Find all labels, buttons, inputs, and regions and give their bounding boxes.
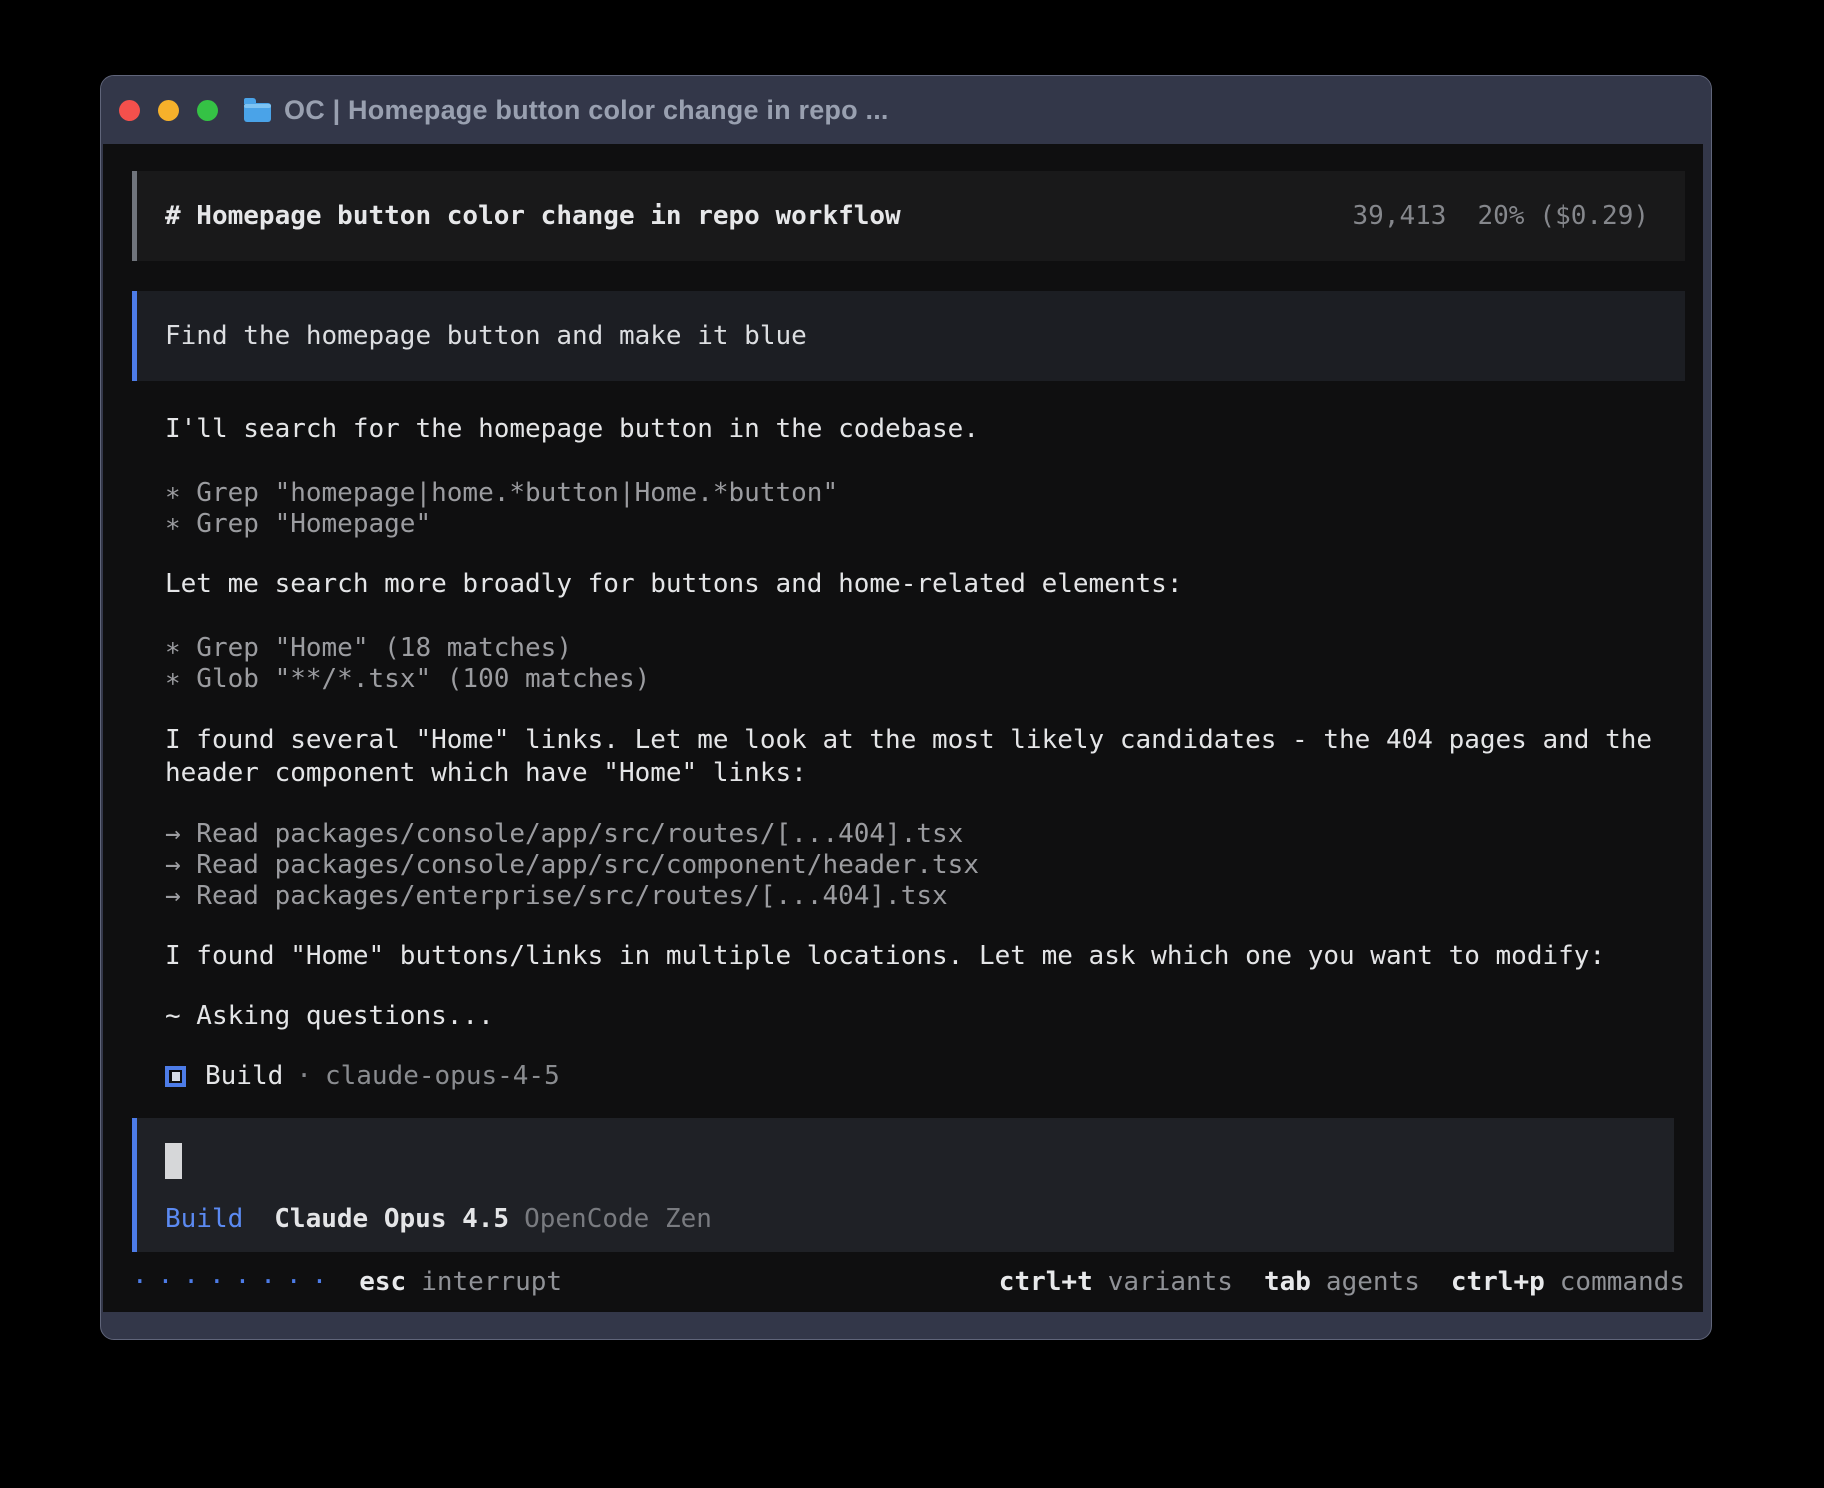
prompt-input[interactable]: Build Claude Opus 4.5 OpenCode Zen	[132, 1118, 1674, 1252]
terminal-window: OC | Homepage button color change in rep…	[100, 75, 1712, 1340]
assistant-paragraph: I found several "Home" links. Let me loo…	[132, 724, 1685, 790]
text-cursor	[165, 1143, 182, 1179]
tool-call-group: → Read packages/console/app/src/routes/[…	[132, 819, 1685, 912]
hint-label: interrupt	[421, 1267, 562, 1298]
hint-key: tab	[1264, 1267, 1311, 1298]
tool-call-grep: ∗ Grep "Homepage"	[132, 509, 1685, 540]
user-message-text: Find the homepage button and make it blu…	[165, 321, 807, 352]
minimize-button[interactable]	[158, 100, 179, 121]
input-meta: Build Claude Opus 4.5 OpenCode Zen	[165, 1204, 1674, 1235]
tool-call-grep: ∗ Grep "homepage|home.*button|Home.*butt…	[132, 478, 1685, 509]
tool-call-group: ∗ Grep "Home" (18 matches) ∗ Glob "**/*.…	[132, 633, 1685, 695]
agent-name: Build	[205, 1061, 283, 1092]
session-title: # Homepage button color change in repo w…	[165, 201, 901, 232]
tool-call-grep: ∗ Grep "Home" (18 matches)	[132, 633, 1685, 664]
tool-call-glob: ∗ Glob "**/*.tsx" (100 matches)	[132, 664, 1685, 695]
session-stats: 39,413 20% ($0.29)	[1353, 201, 1649, 232]
folder-icon	[244, 103, 271, 122]
statusbar-right: ctrl+t variants tab agents ctrl+p comman…	[999, 1267, 1685, 1298]
status-bar: ········ esc interrupt ctrl+t variants t…	[132, 1252, 1685, 1312]
input-model: Claude Opus 4.5	[274, 1204, 509, 1235]
hint-key: ctrl+p	[1451, 1267, 1545, 1298]
hint-commands: ctrl+p commands	[1451, 1267, 1685, 1298]
traffic-lights	[119, 100, 218, 121]
titlebar: OC | Homepage button color change in rep…	[101, 76, 1711, 144]
hint-variants: ctrl+t variants	[999, 1267, 1233, 1298]
token-count: 39,413	[1353, 201, 1447, 232]
hint-key: esc	[359, 1267, 406, 1298]
hint-key: ctrl+t	[999, 1267, 1093, 1298]
terminal-content: # Homepage button color change in repo w…	[103, 144, 1703, 1312]
user-message: Find the homepage button and make it blu…	[132, 291, 1685, 381]
assistant-paragraph: Let me search more broadly for buttons a…	[132, 569, 1685, 600]
window-title-group: OC | Homepage button color change in rep…	[244, 95, 889, 126]
agent-square-icon	[165, 1066, 186, 1087]
statusbar-left: ········ esc interrupt	[132, 1267, 562, 1298]
agent-model: claude-opus-4-5	[325, 1061, 560, 1092]
window-title: OC | Homepage button color change in rep…	[284, 95, 889, 126]
input-provider: OpenCode Zen	[524, 1204, 712, 1235]
session-header: # Homepage button color change in repo w…	[132, 171, 1685, 261]
assistant-paragraph: I found "Home" buttons/links in multiple…	[132, 941, 1685, 972]
context-percent: 20%	[1477, 201, 1524, 232]
tool-call-read: → Read packages/enterprise/src/routes/[.…	[132, 881, 1685, 912]
tool-call-read: → Read packages/console/app/src/componen…	[132, 850, 1685, 881]
close-button[interactable]	[119, 100, 140, 121]
hint-agents: tab agents	[1264, 1267, 1420, 1298]
hint-label: variants	[1108, 1267, 1233, 1298]
spinner-dots: ········	[132, 1267, 337, 1298]
status-line: ~ Asking questions...	[132, 1001, 1685, 1032]
hint-label: agents	[1326, 1267, 1420, 1298]
zoom-button[interactable]	[197, 100, 218, 121]
agent-badge: Build · claude-opus-4-5	[132, 1061, 1685, 1092]
hint-interrupt: esc interrupt	[359, 1267, 562, 1298]
hint-label: commands	[1560, 1267, 1685, 1298]
tool-call-read: → Read packages/console/app/src/routes/[…	[132, 819, 1685, 850]
assistant-paragraph: I'll search for the homepage button in t…	[132, 414, 1685, 445]
input-mode: Build	[165, 1204, 243, 1235]
tool-call-group: ∗ Grep "homepage|home.*button|Home.*butt…	[132, 478, 1685, 540]
session-cost: ($0.29)	[1539, 201, 1649, 232]
badge-separator: ·	[296, 1061, 312, 1092]
